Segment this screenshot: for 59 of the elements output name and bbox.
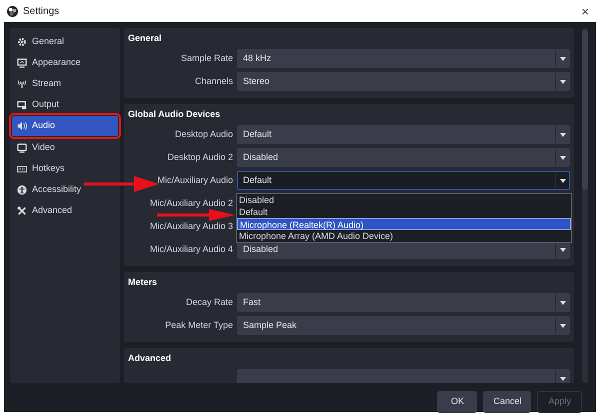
dropdown-option[interactable]: Disabled (237, 194, 571, 206)
monitor-icon (17, 58, 27, 68)
dialog-button[interactable]: OK (437, 391, 478, 413)
caret-icon (560, 56, 566, 60)
select-field[interactable] (237, 369, 570, 383)
keyboard-icon (17, 164, 27, 174)
field-label: Mic/Auxiliary Audio 4 (150, 242, 233, 256)
caret-icon (560, 376, 566, 380)
screen-icon (17, 142, 27, 152)
caret-icon (560, 248, 566, 252)
field-label: Mic/Auxiliary Audio 3 (150, 220, 233, 233)
select-field[interactable]: Disabled (237, 148, 570, 167)
field-label: Sample Rate (180, 52, 233, 65)
output-icon (17, 100, 27, 110)
section-title: Global Audio Devices (128, 108, 222, 121)
window-title: Settings (23, 4, 60, 18)
select-field[interactable]: Default (237, 125, 570, 144)
select-field[interactable]: Fast (237, 293, 570, 312)
gear-icon (17, 36, 27, 46)
sidebar-item[interactable]: Accessibility (12, 180, 82, 199)
dropdown-option[interactable]: Microphone (Realtek(R) Audio) (237, 218, 571, 230)
dropdown-option[interactable]: Microphone Array (AMD Audio Device) (237, 230, 571, 242)
sidebar-item[interactable]: Output (12, 95, 60, 114)
sidebar-item[interactable]: Stream (12, 74, 62, 93)
field-label: Channels (194, 74, 233, 88)
caret-icon (560, 178, 566, 182)
person-icon (17, 184, 27, 194)
select-field[interactable]: 48 kHz (237, 49, 570, 68)
field-label: Peak Meter Type (165, 318, 233, 332)
field-label: Decay Rate (186, 296, 233, 309)
field-label: Mic/Auxiliary Audio (157, 174, 233, 187)
sidebar-item[interactable]: Advanced (12, 201, 72, 220)
select-field[interactable]: Sample Peak (237, 316, 570, 335)
caret-icon (560, 156, 566, 160)
section-title: Meters (128, 276, 158, 289)
caret-icon (560, 324, 566, 328)
section-title: Advanced (128, 352, 172, 365)
antenna-icon (17, 78, 27, 88)
close-button[interactable]: × (577, 4, 593, 18)
caret-icon (560, 300, 566, 304)
sidebar-item[interactable]: Hotkeys (12, 159, 65, 178)
dropdown-option[interactable]: Default (237, 206, 571, 218)
scrollbar[interactable] (582, 28, 588, 383)
sidebar-item[interactable]: Video (12, 138, 55, 157)
caret-icon (560, 132, 566, 136)
field-label: Mic/Auxiliary Audio 2 (150, 196, 233, 210)
caret-icon (560, 80, 566, 84)
section-title: General (128, 32, 163, 45)
select-field[interactable]: Stereo (237, 72, 570, 91)
sidebar-item[interactable]: Audio (12, 116, 118, 136)
speaker-icon (17, 121, 27, 131)
dialog-button[interactable]: Cancel (483, 391, 532, 413)
select-field[interactable]: Default (237, 171, 570, 190)
field-label: Desktop Audio 2 (167, 150, 233, 164)
app-logo-icon (7, 6, 18, 16)
field-label: Desktop Audio (174, 128, 233, 141)
sidebar-item[interactable]: Appearance (12, 53, 81, 72)
sidebar-item[interactable]: General (12, 32, 64, 51)
tools-icon (17, 206, 27, 216)
